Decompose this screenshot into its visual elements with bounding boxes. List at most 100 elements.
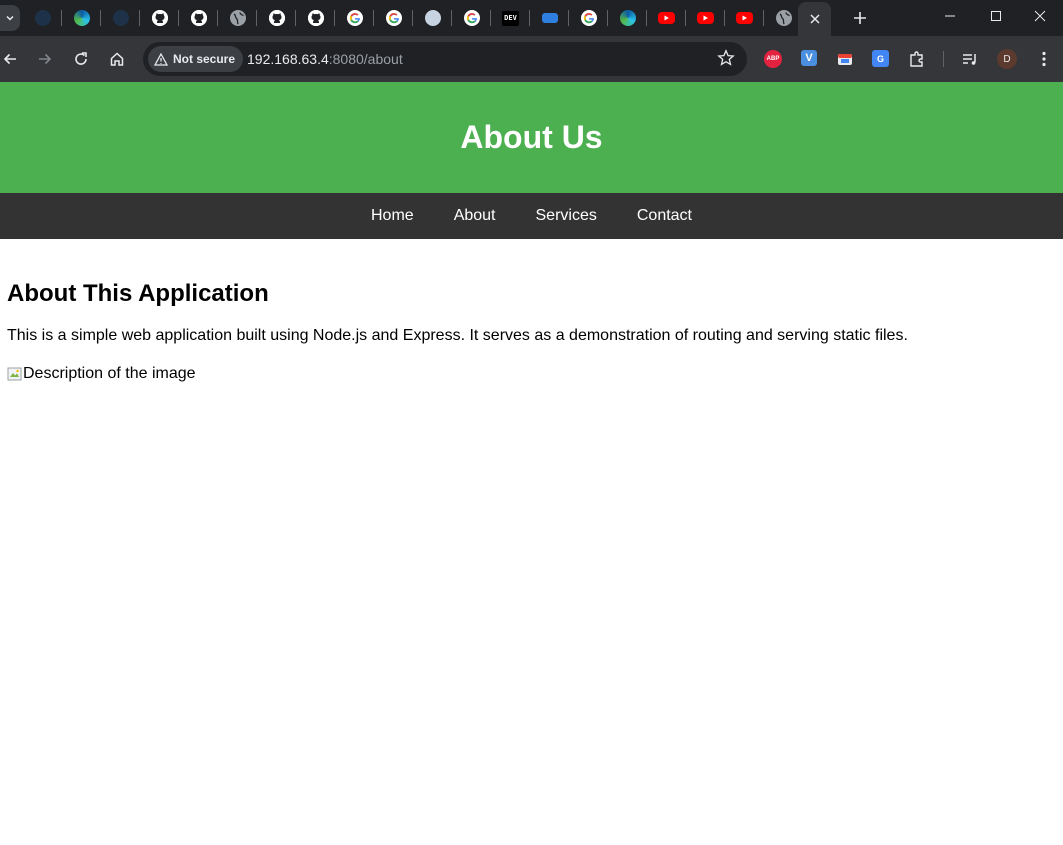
edge-icon-faded — [112, 10, 129, 26]
browser-tab[interactable] — [140, 0, 179, 36]
minimize-button[interactable] — [927, 0, 973, 32]
plus-icon — [854, 12, 866, 24]
star-icon — [717, 49, 735, 66]
back-button[interactable] — [0, 45, 24, 73]
google-icon — [385, 10, 402, 26]
window-icon — [838, 54, 852, 65]
youtube-icon — [658, 12, 675, 24]
youtube-icon — [736, 12, 753, 24]
home-button[interactable] — [103, 45, 131, 73]
security-label: Not secure — [173, 52, 236, 66]
globe-icon — [229, 10, 246, 26]
home-icon — [110, 52, 124, 66]
nav-link-home[interactable]: Home — [371, 193, 414, 239]
translate-label: G — [876, 53, 884, 64]
close-icon — [1034, 10, 1046, 22]
edge-icon — [619, 10, 636, 26]
section-paragraph: This is a simple web application built u… — [7, 327, 908, 344]
image-alt-text: Description of the image — [23, 365, 196, 382]
url-path: :8080/about — [328, 51, 403, 67]
adblock-extension-icon[interactable]: ABP — [764, 50, 782, 68]
bookmark-button[interactable] — [717, 49, 735, 72]
edge-icon-faded — [34, 10, 51, 26]
translate-extension-icon[interactable]: G — [872, 50, 889, 67]
reload-icon — [75, 52, 87, 65]
arrow-right-icon — [39, 53, 52, 65]
browser-tab[interactable] — [452, 0, 491, 36]
browser-tab[interactable] — [257, 0, 296, 36]
new-tab-button[interactable] — [846, 4, 874, 32]
adblock-label: ABP — [766, 56, 780, 62]
section-heading: About This Application — [7, 280, 269, 307]
close-icon[interactable] — [807, 11, 823, 27]
more-vert-icon — [1042, 51, 1046, 67]
edge-icon — [73, 10, 90, 26]
github-icon — [151, 10, 168, 26]
profile-avatar[interactable]: D — [997, 49, 1017, 69]
address-bar[interactable]: Not secure 192.168.63.4:8080/about — [143, 42, 747, 76]
toolbar-divider — [943, 51, 944, 67]
reload-button[interactable] — [67, 45, 95, 73]
page-title: About Us — [460, 119, 603, 155]
extensions-button[interactable] — [908, 50, 926, 68]
nav-link-about[interactable]: About — [454, 193, 496, 239]
maximize-button[interactable] — [973, 0, 1019, 32]
maximize-icon — [991, 11, 1001, 21]
warning-icon — [154, 52, 168, 66]
broken-image-icon — [7, 366, 23, 382]
site-header: About Us — [0, 82, 1063, 193]
dev-icon: DEV — [502, 10, 519, 26]
browser-tab[interactable]: DEV — [491, 0, 530, 36]
browser-menu-button[interactable] — [1035, 50, 1053, 68]
google-icon — [346, 10, 363, 26]
google-icon — [580, 10, 597, 26]
broken-image: Description of the image — [7, 365, 196, 383]
browser-tab[interactable] — [296, 0, 335, 36]
tab-search-button[interactable] — [0, 5, 20, 31]
browser-tab[interactable] — [686, 0, 725, 36]
browser-tab[interactable] — [647, 0, 686, 36]
github-icon — [190, 10, 207, 26]
browser-tab[interactable] — [179, 0, 218, 36]
chevron-down-icon — [6, 15, 14, 21]
browser-tab[interactable] — [725, 0, 764, 36]
tab-strip: DEV — [0, 0, 1063, 36]
puzzle-icon — [910, 51, 923, 67]
browser-tab[interactable] — [62, 0, 101, 36]
browser-tab[interactable] — [608, 0, 647, 36]
forward-button[interactable] — [31, 45, 59, 73]
url-host: 192.168.63.4 — [247, 51, 329, 67]
browser-tab[interactable] — [374, 0, 413, 36]
profile-initial: D — [1003, 53, 1011, 65]
window-extension-icon[interactable] — [836, 50, 854, 68]
browser-tab[interactable] — [413, 0, 452, 36]
browser-tab[interactable] — [101, 0, 140, 36]
media-controls-button[interactable] — [961, 50, 979, 68]
browser-tab[interactable] — [335, 0, 374, 36]
site-nav: Home About Services Contact — [0, 193, 1063, 239]
browser-tab[interactable] — [218, 0, 257, 36]
browser-tab[interactable] — [23, 0, 62, 36]
nav-link-contact[interactable]: Contact — [637, 193, 692, 239]
github-icon — [307, 10, 324, 26]
v-extension-icon[interactable]: V — [801, 50, 817, 66]
mascot-icon — [424, 10, 441, 26]
window-close-button[interactable] — [1017, 0, 1063, 32]
google-icon — [463, 10, 480, 26]
nav-link-services[interactable]: Services — [536, 193, 597, 239]
globe-icon — [775, 10, 792, 26]
playlist-icon — [963, 54, 976, 65]
minimize-icon — [945, 15, 955, 17]
docker-icon — [541, 13, 558, 23]
arrow-left-icon — [3, 53, 16, 65]
github-icon — [268, 10, 285, 26]
security-chip[interactable]: Not secure — [148, 46, 244, 72]
web-page: About Us Home About Services Contact Abo… — [0, 82, 1063, 845]
browser-toolbar: Not secure 192.168.63.4:8080/about ABP V… — [0, 36, 1063, 82]
url-text[interactable]: 192.168.63.4:8080/about — [247, 51, 403, 67]
browser-tab[interactable] — [530, 0, 569, 36]
active-tab[interactable] — [798, 2, 831, 36]
browser-tab[interactable] — [569, 0, 608, 36]
v-extension-label: V — [805, 52, 813, 64]
youtube-icon — [697, 12, 714, 24]
